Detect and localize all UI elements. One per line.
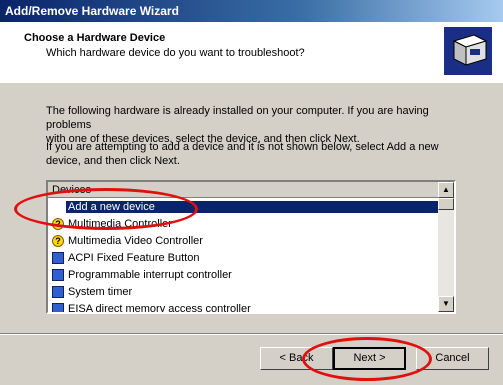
question-device-icon: ? <box>52 218 64 230</box>
list-item-label: EISA direct memory access controller <box>68 303 251 314</box>
header-subtitle: Which hardware device do you want to tro… <box>46 47 305 59</box>
instructions-2: If you are attempting to add a device an… <box>46 140 466 168</box>
header-separator <box>0 82 503 83</box>
devices-column-header[interactable]: Devices <box>48 182 438 198</box>
hardware-wizard-icon <box>444 27 492 75</box>
list-item[interactable]: ACPI Fixed Feature Button <box>48 251 438 268</box>
cancel-button[interactable]: Cancel <box>416 347 489 370</box>
instructions-2-line-2: device, and then click Next. <box>46 155 180 167</box>
computer-icon <box>52 269 64 281</box>
list-item[interactable]: ? Multimedia Controller <box>48 217 438 234</box>
window-title: Add/Remove Hardware Wizard <box>5 4 179 18</box>
instructions-2-line-1: If you are attempting to add a device an… <box>46 141 439 153</box>
list-item-label: Multimedia Video Controller <box>68 235 203 247</box>
question-device-icon: ? <box>52 235 64 247</box>
list-item[interactable]: EISA direct memory access controller <box>48 302 438 314</box>
scroll-up-icon[interactable]: ▲ <box>438 182 454 198</box>
devices-column-label: Devices <box>52 184 92 196</box>
devices-scrollbar[interactable]: ▲ ▼ <box>438 182 454 312</box>
scroll-down-icon[interactable]: ▼ <box>438 296 454 312</box>
list-item[interactable]: ? Multimedia Video Controller <box>48 234 438 251</box>
header-title: Choose a Hardware Device <box>24 32 166 44</box>
wizard-header: Choose a Hardware Device Which hardware … <box>0 22 503 83</box>
back-button[interactable]: < Back <box>260 347 333 370</box>
list-item-label: ACPI Fixed Feature Button <box>68 252 200 264</box>
list-item-label: Multimedia Controller <box>68 218 172 230</box>
footer-separator <box>0 333 503 335</box>
instructions-1-line-1: The following hardware is already instal… <box>46 105 429 131</box>
computer-icon <box>52 286 64 298</box>
title-bar[interactable]: Add/Remove Hardware Wizard <box>0 0 503 22</box>
devices-list[interactable]: Devices Add a new device ? Multimedia Co… <box>46 180 456 314</box>
next-button[interactable]: Next > <box>333 347 406 370</box>
computer-icon <box>52 303 64 312</box>
computer-icon <box>52 252 64 264</box>
list-item[interactable]: Programmable interrupt controller <box>48 268 438 285</box>
list-item-label: Add a new device <box>66 201 440 213</box>
list-item[interactable]: System timer <box>48 285 438 302</box>
list-item-add-new-device[interactable]: Add a new device <box>48 200 440 217</box>
list-item-label: Programmable interrupt controller <box>68 269 232 281</box>
list-item-label: System timer <box>68 286 133 298</box>
scroll-thumb[interactable] <box>438 198 454 210</box>
